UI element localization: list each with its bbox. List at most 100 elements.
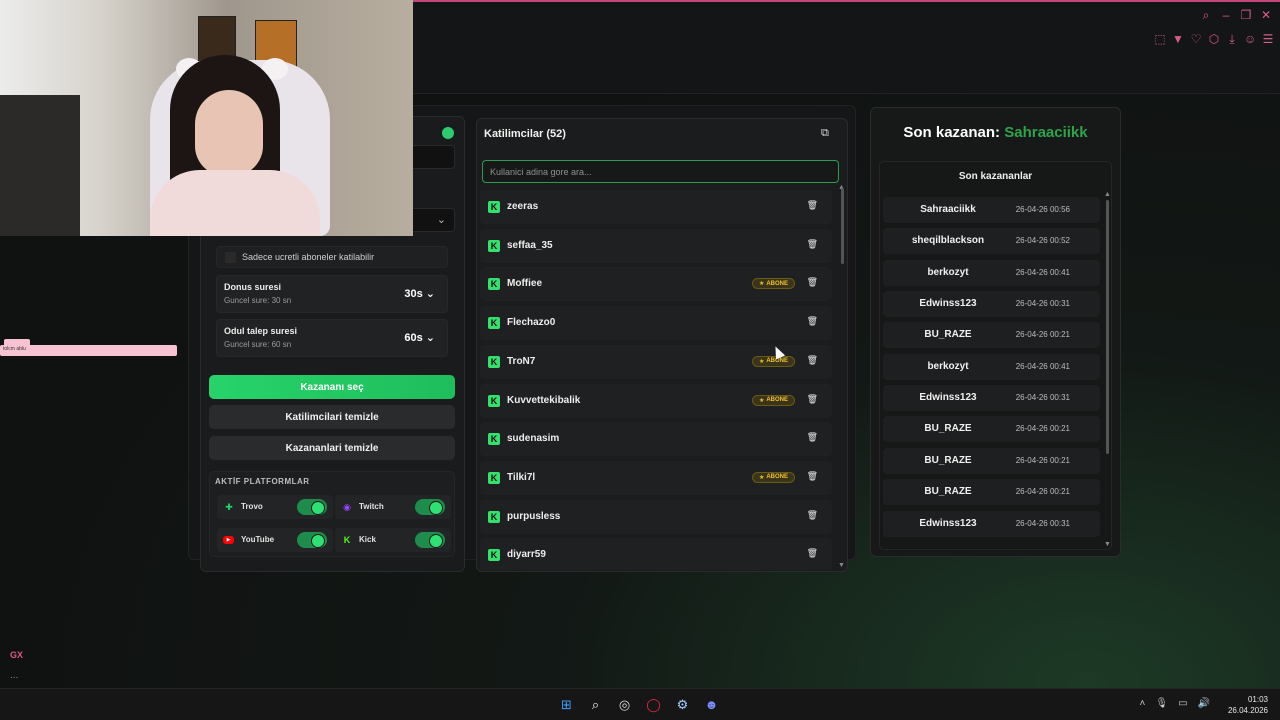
participant-search-input[interactable] (482, 160, 839, 183)
taskbar-apps: ⊞ ⌕ ◎ ◯ ⚙ ☻ (557, 695, 721, 714)
claim-duration-select[interactable]: 60s ⌄ (404, 331, 435, 344)
pick-winner-button[interactable]: Kazananı seç (209, 375, 455, 399)
chevron-down-icon: ⌄ (425, 288, 435, 300)
restore-icon[interactable]: ❐ (1240, 8, 1252, 23)
search-icon[interactable]: ⌕ (1200, 8, 1212, 23)
search-icon[interactable]: ⌕ (586, 695, 605, 714)
subs-only-label: Sadece ucretli aboneler katilabilir (242, 252, 375, 262)
participant-name: Tilki7l (507, 471, 536, 483)
clear-participants-button[interactable]: Katilimcilari temizle (209, 405, 455, 429)
spin-duration-select[interactable]: 30s ⌄ (404, 287, 435, 300)
winner-date: 26-04-26 00:21 (1015, 455, 1070, 465)
participant-row[interactable]: K Moffiee ★ ABONE 🗑 (480, 267, 832, 302)
participant-row[interactable]: Kzeeras 🗑 (480, 190, 832, 224)
participant-row[interactable]: K Tilki7l ★ ABONE 🗑 (480, 460, 832, 495)
sidebar-more-icon[interactable]: ... (10, 670, 18, 681)
winner-history-row: Edwinss123 26-04-26 00:31 (883, 385, 1100, 412)
trash-icon[interactable]: 🗑 (807, 316, 818, 327)
subscriber-badge: ★ ABONE (751, 471, 795, 483)
clear-winners-button[interactable]: Kazananlari temizle (209, 436, 455, 460)
winner-history-row: BU_RAZE 26-04-26 00:21 (883, 416, 1100, 443)
winner-date: 26-04-26 00:41 (1015, 267, 1070, 277)
kick-icon: K (488, 355, 500, 368)
trash-icon[interactable]: 🗑 (807, 510, 818, 521)
chevron-down-icon: ⌄ (436, 214, 446, 226)
discord-icon[interactable]: ☻ (702, 695, 721, 714)
copy-icon[interactable]: ⧉ (821, 127, 833, 141)
window-controls: ⌕ – ❐ ✕ (1200, 8, 1272, 23)
youtube-toggle[interactable] (297, 532, 327, 548)
trash-icon[interactable]: 🗑 (807, 432, 818, 443)
trash-icon[interactable]: 🗑 (807, 277, 818, 288)
participant-row[interactable]: K Kuvvettekibalik ★ ABONE 🗑 (480, 383, 832, 418)
winner-history-scrollbar[interactable] (1106, 200, 1109, 454)
participant-row[interactable]: K Flechazo0 🗑 (480, 306, 832, 341)
twitch-icon: ◉ (343, 501, 351, 512)
trovo-toggle[interactable] (297, 499, 327, 515)
kick-toggle[interactable] (415, 532, 445, 548)
gx-sidebar-logo[interactable]: GX (10, 650, 23, 660)
trash-icon[interactable]: 🗑 (807, 394, 818, 405)
star-icon: ★ (758, 358, 765, 365)
pocket-icon[interactable]: ▼ (1172, 32, 1184, 47)
participant-name: Moffiee (507, 278, 542, 290)
scroll-down-icon[interactable]: ▼ (838, 562, 845, 569)
winner-username: sheqilblackson (911, 235, 985, 247)
kick-icon: K (488, 278, 500, 291)
trash-icon[interactable]: 🗑 (807, 239, 818, 250)
winner-date: 26-04-26 00:52 (1015, 236, 1070, 246)
opera-gx-icon[interactable]: ◯ (644, 695, 663, 714)
last-winner-name: Sahraaciikk (1004, 124, 1088, 141)
platform-trovo: ✚ Trovo (217, 495, 333, 519)
participant-scrollbar[interactable] (841, 188, 844, 264)
winner-history-row: BU_RAZE 26-04-26 00:21 (883, 447, 1100, 474)
pinned-tab-bar[interactable]: tolcm ablu (0, 339, 177, 356)
heart-icon[interactable]: ♡ (1190, 32, 1202, 47)
winner-username: berkozyt (927, 360, 969, 372)
winner-date: 26-04-26 00:21 (1015, 424, 1070, 434)
account-icon[interactable]: ☺ (1244, 32, 1256, 47)
winner-date: 26-04-26 00:21 (1015, 330, 1070, 340)
trash-icon[interactable]: 🗑 (807, 200, 818, 211)
subs-only-checkbox[interactable] (225, 252, 236, 263)
minimize-icon[interactable]: – (1220, 8, 1232, 23)
participant-name: seffaa_35 (507, 239, 553, 251)
menu-icon[interactable]: ☰ (1262, 32, 1274, 47)
snapshot-icon[interactable]: ⬚ (1154, 32, 1166, 47)
taskbar-clock[interactable]: 01:03 26.04.2026 (1228, 694, 1268, 716)
kick-icon: K (488, 394, 500, 407)
winner-history-title: Son kazananlar (958, 171, 1033, 182)
participant-row[interactable]: Ksudenasim 🗑 (480, 422, 832, 457)
trash-icon[interactable]: 🗑 (807, 355, 818, 366)
youtube-icon: ▶ (223, 536, 234, 544)
participant-row[interactable]: Kseffaa_35 🗑 (480, 228, 832, 263)
scroll-up-icon[interactable]: ▲ (1104, 191, 1111, 198)
twitch-toggle[interactable] (415, 499, 445, 515)
subscriber-badge: ★ ABONE (751, 278, 795, 290)
pinned-tab[interactable] (4, 339, 30, 345)
trash-icon[interactable]: 🗑 (807, 548, 818, 559)
display-icon[interactable]: ▭ (1178, 698, 1187, 709)
close-icon[interactable]: ✕ (1260, 8, 1272, 23)
platform-kick: K Kick (335, 528, 451, 552)
platform-youtube: ▶ YouTube (217, 528, 333, 552)
download-icon[interactable]: ⤓ (1226, 32, 1238, 47)
participant-name: TroN7 (507, 355, 536, 367)
tray-expand-icon[interactable]: ˄ (1140, 698, 1146, 709)
subs-only-checkbox-row[interactable]: Sadece ucretli aboneler katilabilir (216, 246, 448, 268)
participant-row[interactable]: Kdiyarr59 🗑 (480, 538, 832, 570)
participant-row[interactable]: Kpurpusless 🗑 (480, 499, 832, 534)
claim-duration-value: 60s (404, 332, 423, 344)
trash-icon[interactable]: 🗑 (807, 471, 818, 482)
participant-name: sudenasim (507, 433, 560, 445)
windows-start-icon[interactable]: ⊞ (557, 695, 576, 714)
scroll-down-icon[interactable]: ▼ (1104, 541, 1111, 548)
winner-date: 26-04-26 00:31 (1015, 393, 1070, 403)
obs-icon[interactable]: ◎ (615, 695, 634, 714)
winner-history-row: Edwinss123 26-04-26 00:31 (883, 291, 1100, 318)
volume-icon[interactable]: 🔊 (1198, 698, 1210, 709)
settings-app-icon[interactable]: ⚙ (673, 695, 692, 714)
extensions-icon[interactable]: ⬡ (1208, 32, 1220, 47)
winner-username: BU_RAZE (924, 329, 972, 341)
microphone-icon[interactable]: 🎙 (1155, 698, 1168, 709)
